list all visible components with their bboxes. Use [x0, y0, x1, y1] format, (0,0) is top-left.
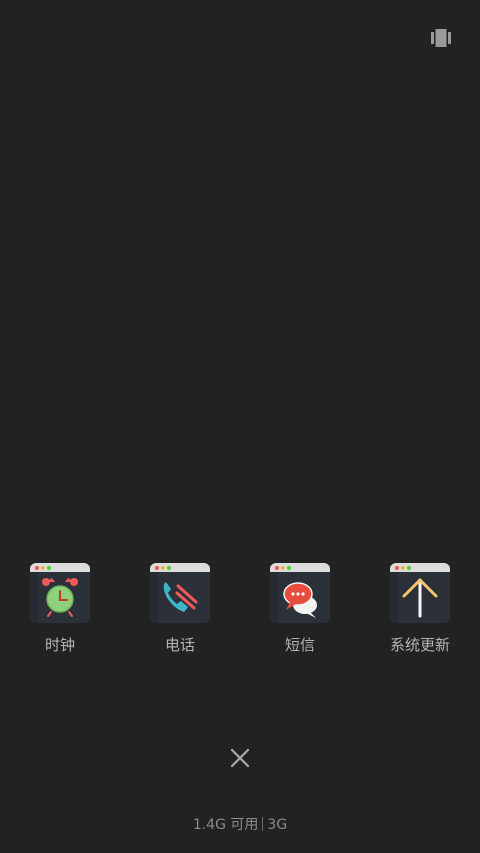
app-label: 短信	[284, 636, 315, 654]
window-titlebar	[30, 563, 90, 572]
app-thumbnail[interactable]	[390, 563, 450, 623]
window-dot-red	[35, 566, 39, 570]
recent-app-messages[interactable]: 短信	[240, 563, 360, 663]
window-dot-red	[275, 566, 279, 570]
recent-apps-screen: 时钟 电话 短信 系统更新 1.4G 可用 3G	[0, 0, 480, 853]
window-titlebar	[150, 563, 210, 572]
memory-status: 1.4G 可用 3G	[0, 816, 480, 834]
chat-bubbles-icon	[283, 582, 317, 618]
memory-total: 3G	[267, 817, 288, 833]
memory-separator	[262, 817, 264, 831]
phone-handset-icon	[163, 582, 198, 612]
memory-available: 1.4G 可用	[192, 817, 259, 833]
alarm-clock-icon	[42, 578, 78, 617]
window-dot-yellow	[41, 566, 45, 570]
window-dot-green	[287, 566, 291, 570]
window-titlebar	[390, 563, 450, 572]
app-label: 电话	[164, 636, 195, 654]
app-label: 系统更新	[389, 636, 450, 654]
recent-app-system-update[interactable]: 系统更新	[360, 563, 480, 663]
recent-app-phone[interactable]: 电话	[120, 563, 240, 663]
recent-app-clock[interactable]: 时钟	[0, 563, 120, 663]
window-titlebar	[270, 563, 330, 572]
window-dot-yellow	[161, 566, 165, 570]
app-thumbnail[interactable]	[30, 563, 90, 623]
app-thumbnail[interactable]	[270, 563, 330, 623]
window-dot-yellow	[401, 566, 405, 570]
app-thumbnail[interactable]	[150, 563, 210, 623]
window-dot-red	[155, 566, 159, 570]
close-icon	[230, 748, 250, 768]
arrow-up-icon	[402, 578, 438, 618]
stacked-cards-icon[interactable]	[431, 29, 451, 47]
app-label: 时钟	[44, 636, 75, 654]
window-dot-green	[407, 566, 411, 570]
close-all-button[interactable]	[226, 744, 254, 772]
window-dot-green	[47, 566, 51, 570]
window-dot-red	[395, 566, 399, 570]
recent-apps-list: 时钟 电话 短信 系统更新	[0, 563, 480, 663]
window-dot-green	[167, 566, 171, 570]
window-dot-yellow	[281, 566, 285, 570]
